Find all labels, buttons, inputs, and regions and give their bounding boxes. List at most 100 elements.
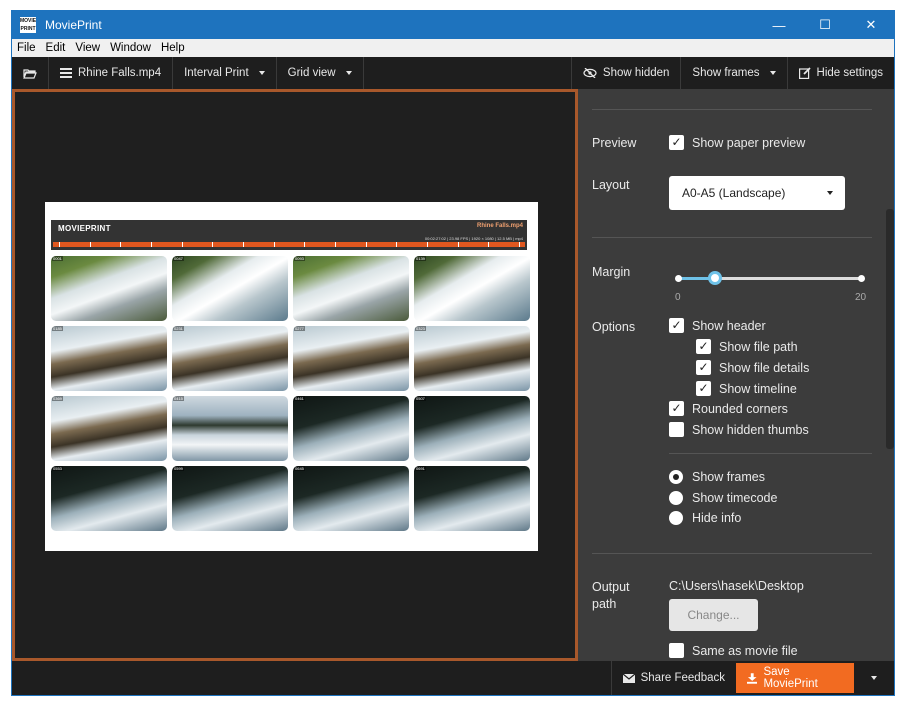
thumbnail[interactable]: 0415 [172, 396, 288, 461]
thumbnail-frame-number: 0599 [173, 466, 184, 471]
margin-slider-start [675, 275, 682, 282]
grid-view-label: Grid view [287, 67, 336, 79]
movieprint-header: MOVIEPRINT Rhine Falls.mp4 00:02:27:02 |… [51, 220, 527, 250]
timeline-tick [151, 242, 152, 247]
thumbnail[interactable]: 0277 [293, 326, 409, 391]
movieprint-file-details: 00:02:27:02 | 23.98 FPS | 1920 × 1080 | … [424, 236, 523, 241]
interval-print-dropdown[interactable]: Interval Print [173, 57, 277, 89]
thumbnail-frame-number: 0645 [294, 466, 305, 471]
thumbnail[interactable]: 0599 [172, 466, 288, 531]
timeline-tick [243, 242, 244, 247]
margin-slider-end [858, 275, 865, 282]
rounded-corners-label: Rounded corners [692, 401, 788, 416]
show-hidden-button[interactable]: Show hidden [570, 57, 681, 89]
show-frames-dropdown[interactable]: Show frames [680, 57, 786, 89]
show-hidden-thumbs-checkbox[interactable]: Show hidden thumbs [669, 422, 809, 437]
thumbnail-frame-number: 0507 [415, 396, 426, 401]
thumbnail[interactable]: 0139 [414, 256, 530, 321]
interval-print-label: Interval Print [184, 67, 249, 79]
thumbnail[interactable]: 0047 [172, 256, 288, 321]
menu-window[interactable]: Window [105, 42, 156, 54]
timeline-tick [59, 242, 60, 247]
thumbnail[interactable]: 0093 [293, 256, 409, 321]
thumbnail[interactable]: 0231 [172, 326, 288, 391]
thumbnail-frame-number: 0093 [294, 256, 305, 261]
movieprint-preview-area: MOVIEPRINT Rhine Falls.mp4 00:02:27:02 |… [12, 89, 578, 661]
rounded-corners-checkbox[interactable]: ✓ Rounded corners [669, 401, 788, 416]
minimize-button[interactable]: — [756, 11, 802, 39]
close-button[interactable]: ✕ [848, 11, 894, 39]
radio-show-timecode[interactable]: Show timecode [669, 491, 777, 505]
show-file-path-label: Show file path [719, 339, 798, 354]
thumbnail-frame-number: 0323 [415, 326, 426, 331]
hide-settings-button[interactable]: Hide settings [786, 57, 894, 89]
show-header-label: Show header [692, 318, 766, 333]
save-options-dropdown[interactable] [854, 661, 894, 695]
show-paper-preview-checkbox[interactable]: ✓ Show paper preview [669, 135, 805, 150]
movieprint-brand: MOVIEPRINT [58, 224, 111, 233]
toolbar: Rhine Falls.mp4 Interval Print Grid view… [12, 57, 894, 89]
same-as-movie-file-checkbox[interactable]: Same as movie file [669, 643, 798, 658]
share-feedback-button[interactable]: Share Feedback [610, 661, 736, 695]
same-as-movie-file-label: Same as movie file [692, 643, 798, 658]
grid-view-dropdown[interactable]: Grid view [277, 57, 364, 89]
thumbnail-frame-number: 0415 [173, 396, 184, 401]
file-list-button[interactable]: Rhine Falls.mp4 [49, 57, 174, 89]
radio-hide-info[interactable]: Hide info [669, 511, 741, 525]
checkbox-check-icon: ✓ [669, 318, 684, 333]
menu-view[interactable]: View [70, 42, 105, 54]
maximize-button[interactable]: ☐ [802, 11, 848, 39]
show-file-details-label: Show file details [719, 360, 810, 375]
chevron-down-icon [871, 676, 877, 680]
layout-label: Layout [592, 178, 630, 192]
change-output-path-button[interactable]: Change... [669, 599, 758, 631]
chevron-down-icon [258, 71, 265, 75]
menu-bar: File Edit View Window Help [12, 39, 894, 57]
checkbox-check-icon: ✓ [696, 339, 711, 354]
settings-scrollbar[interactable] [886, 209, 894, 449]
layout-select-value: A0-A5 (Landscape) [682, 186, 786, 200]
thumbnail-frame-number: 0231 [173, 326, 184, 331]
timeline-tick [457, 242, 459, 247]
thumbnail[interactable]: 0553 [51, 466, 167, 531]
hide-settings-label: Hide settings [816, 67, 883, 79]
thumbnail[interactable]: 0001 [51, 256, 167, 321]
thumbnail-frame-number: 0185 [52, 326, 63, 331]
eye-slash-icon [583, 68, 597, 78]
save-movieprint-label: Save MoviePrint [763, 666, 818, 690]
menu-help[interactable]: Help [156, 42, 190, 54]
thumbnail[interactable]: 0507 [414, 396, 530, 461]
show-file-path-checkbox[interactable]: ✓ Show file path [696, 339, 798, 354]
thumbnail[interactable]: 0185 [51, 326, 167, 391]
show-header-checkbox[interactable]: ✓ Show header [669, 318, 766, 333]
thumbnail[interactable]: 0369 [51, 396, 167, 461]
show-timeline-label: Show timeline [719, 381, 797, 396]
radio-unselected-icon [669, 511, 683, 525]
chevron-down-icon [827, 191, 833, 195]
output-path-label-line2: path [592, 597, 617, 611]
save-movieprint-button[interactable]: Save MoviePrint [736, 663, 854, 693]
checkbox-empty [669, 643, 684, 658]
thumbnail[interactable]: 0461 [293, 396, 409, 461]
list-icon [60, 68, 72, 78]
thumbnail[interactable]: 0691 [414, 466, 530, 531]
thumbnail[interactable]: 0645 [293, 466, 409, 531]
divider [592, 109, 872, 110]
thumbnail-frame-number: 0691 [415, 466, 426, 471]
open-folder-button[interactable] [12, 57, 49, 89]
thumbnail-grid: 0001 0047 0093 0139 0185 0231 0277 0323 0369 0415… [51, 256, 530, 532]
show-file-details-checkbox[interactable]: ✓ Show file details [696, 360, 809, 375]
thumbnail[interactable]: 0323 [414, 326, 530, 391]
timeline-tick [89, 242, 91, 247]
margin-slider-handle[interactable] [707, 271, 722, 285]
timeline-tick [365, 242, 367, 247]
title-bar[interactable]: MOVIE PRINT MoviePrint — ☐ ✕ [12, 11, 894, 39]
radio-show-frames[interactable]: Show frames [669, 470, 765, 484]
checkbox-empty [669, 422, 684, 437]
layout-select[interactable]: A0-A5 (Landscape) [669, 176, 845, 210]
show-timeline-checkbox[interactable]: ✓ Show timeline [696, 381, 797, 396]
menu-file[interactable]: File [12, 42, 41, 54]
movieprint-file-name: Rhine Falls.mp4 [476, 223, 523, 229]
app-logo: MOVIE PRINT [20, 17, 36, 33]
menu-edit[interactable]: Edit [41, 42, 71, 54]
